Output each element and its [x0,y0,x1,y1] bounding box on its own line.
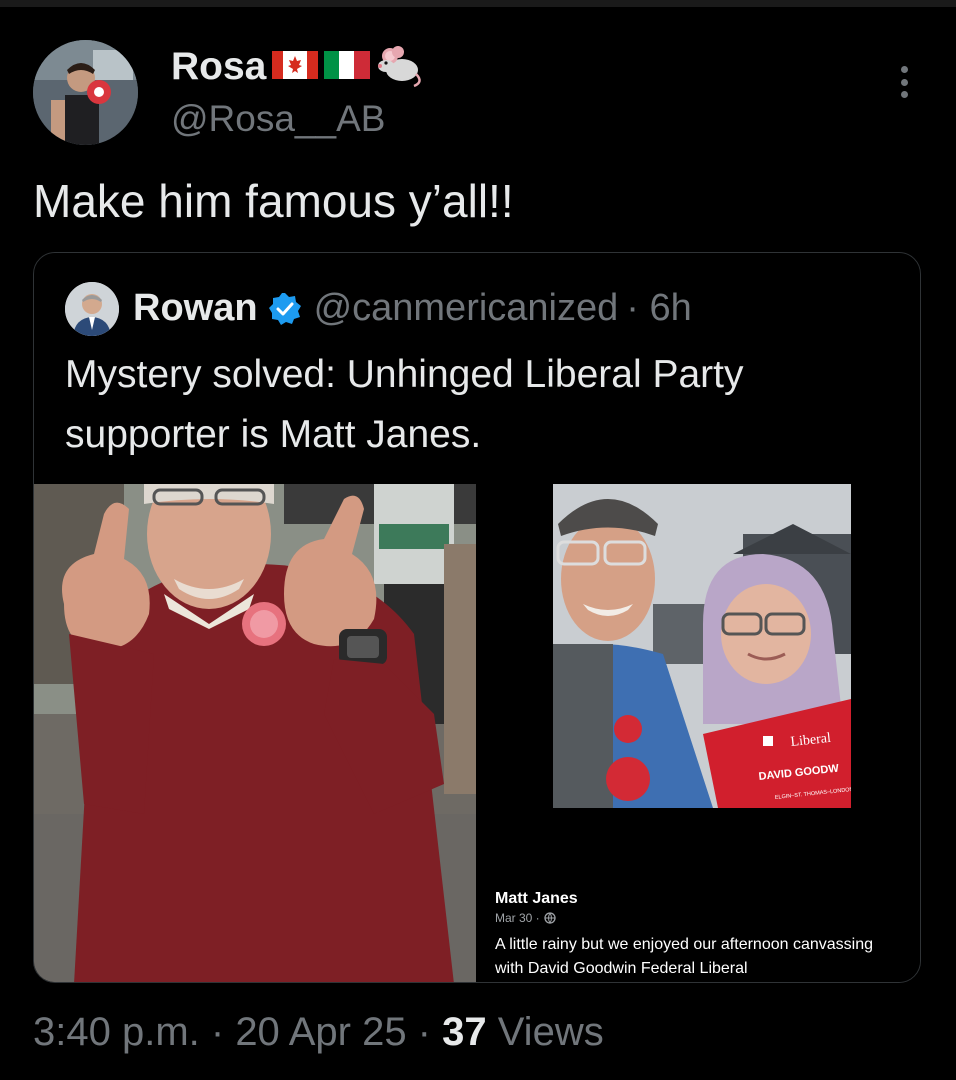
fb-post-date: Mar 30 · [495,911,540,925]
photo-man-middle-fingers[interactable] [34,484,476,982]
quoted-tweet-time[interactable]: · 6h [626,287,691,330]
quoted-author-avatar[interactable] [65,281,119,336]
tweet-meta: 3:40 p.m. · 20 Apr 25 · 37 Views [33,1010,604,1055]
fb-post-author: Matt Janes [495,890,578,907]
author-avatar[interactable] [33,40,138,145]
canada-flag-icon [272,49,319,86]
author-name[interactable]: Rosa [171,45,266,89]
author-handle[interactable]: @Rosa__AB [171,98,385,140]
author-name-row: Rosa [171,44,424,90]
fb-post-caption: A little rainy but we enjoyed our aftern… [495,936,874,977]
meta-separator: · [199,1010,236,1054]
more-options-icon[interactable] [898,66,910,98]
tweet-text: Make him famous y’all!! [33,175,514,227]
verified-badge-icon [268,292,301,325]
views-count: 37 [442,1010,487,1054]
views-label: Views [486,1010,604,1054]
italy-flag-icon [324,49,371,86]
top-divider [0,0,956,7]
mouse-icon [376,42,424,93]
tweet-date[interactable]: 20 Apr 25 [235,1010,406,1054]
quoted-media[interactable]: Liberal DAVID GOODW ELGIN–ST. THOMAS–LON… [34,484,920,982]
tweet-time[interactable]: 3:40 p.m. [33,1010,200,1054]
quoted-author-handle[interactable]: @canmericanized [314,287,619,330]
photo-selfie-liberal-sign[interactable]: Liberal DAVID GOODW ELGIN–ST. THOMAS–LON… [553,484,851,808]
fb-post-date-row: Mar 30 · [495,911,556,925]
meta-separator: · [406,1010,443,1054]
quoted-tweet-header: Rowan @canmericanized · 6h [65,281,692,336]
globe-icon [544,912,556,924]
quoted-tweet-text: Mystery solved: Unhinged Liberal Party s… [65,353,744,456]
quoted-tweet-card[interactable]: Rowan @canmericanized · 6h Mystery solve… [33,252,921,983]
quoted-author-name[interactable]: Rowan [133,287,258,330]
